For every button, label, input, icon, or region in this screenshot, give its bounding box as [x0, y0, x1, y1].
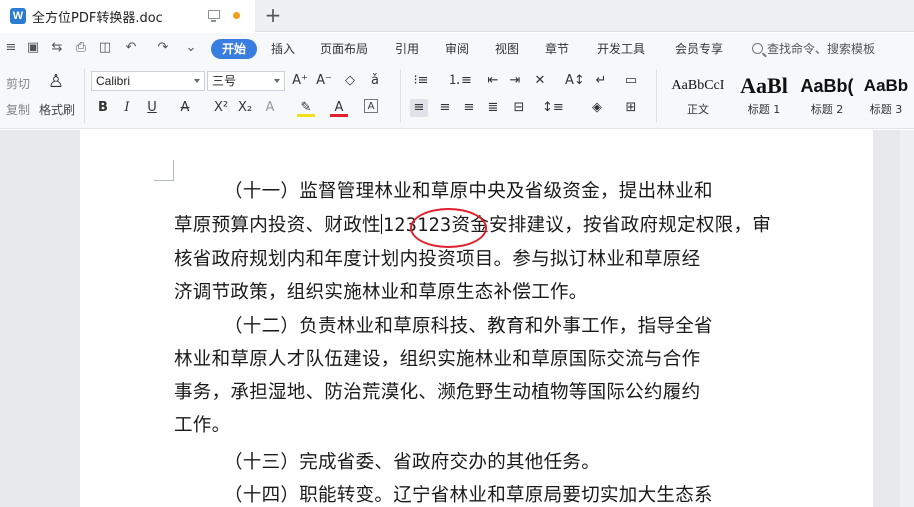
line-spacing-icon[interactable]: ↕≡: [542, 99, 564, 117]
paragraph-line: （十二）负责林业和草原科技、教育和外事工作，指导全省: [224, 316, 713, 337]
numbered-list-icon[interactable]: ⒈≡: [448, 72, 472, 90]
chevron-down-icon: [274, 79, 280, 83]
tab-insert[interactable]: 插入: [271, 40, 295, 58]
group-divider: [656, 69, 657, 123]
distributed-align-icon[interactable]: ⊟: [510, 99, 528, 117]
italic-icon[interactable]: I: [118, 99, 136, 117]
wps-writer-icon: W: [10, 8, 26, 24]
char-border-icon[interactable]: A: [364, 99, 378, 113]
paragraph-line: 工作。: [174, 415, 231, 436]
print-preview-icon[interactable]: ◫: [98, 41, 112, 55]
font-color-icon[interactable]: A: [330, 99, 348, 117]
paragraph-line: （十一）监督管理林业和草原中央及省级资金，提出林业和: [224, 181, 713, 202]
document-title: 全方位PDF转换器.doc: [32, 10, 163, 26]
tab-references[interactable]: 引用: [395, 40, 419, 58]
search-placeholder: 查找命令、搜索模板: [767, 42, 876, 56]
menu-bar: ≡ ▣ ⇆ ⎙ ◫ ↶ ↷ ⌄ 开始 插入 页面布局 引用 审阅 视图 章节 开…: [0, 33, 914, 63]
line-text: 草原预算内投资、财政性: [174, 215, 381, 236]
tab-home[interactable]: 开始: [211, 39, 258, 59]
format-painter-icon[interactable]: ♙: [47, 73, 65, 91]
print-icon[interactable]: ⎙: [74, 41, 88, 55]
shading-icon[interactable]: ◈: [588, 99, 606, 117]
font-size-value: 三号: [212, 74, 237, 88]
tab-chapter[interactable]: 章节: [545, 40, 569, 58]
shrink-font-icon[interactable]: A⁻: [315, 72, 333, 90]
margin-marker: [154, 180, 174, 181]
align-right-icon[interactable]: ≡: [460, 99, 478, 117]
menu-icon[interactable]: ≡: [4, 41, 18, 55]
redo-icon[interactable]: ↷: [156, 41, 170, 55]
paragraph-line: 事务，承担湿地、防治荒漠化、濒危野生动植物等国际公约履约: [174, 382, 701, 403]
highlight-icon[interactable]: ✎: [297, 99, 315, 117]
format-painter-button[interactable]: 格式刷: [39, 101, 75, 118]
style-heading-3[interactable]: AaBb 标题 3: [858, 71, 914, 123]
show-marks-icon[interactable]: ↵: [592, 72, 610, 90]
annotation-circle: [410, 208, 487, 248]
paragraph-line: （十四）职能转变。辽宁省林业和草原局要切实加大生态系: [224, 485, 713, 506]
title-bar: W 全方位PDF转换器.doc +: [0, 0, 914, 32]
increase-indent-icon[interactable]: ⇥: [506, 72, 524, 90]
style-heading-1[interactable]: AaBl 标题 1: [732, 71, 796, 123]
search-icon: [752, 43, 763, 54]
tab-developer[interactable]: 开发工具: [597, 40, 645, 58]
chevron-down-icon[interactable]: ⌄: [184, 41, 198, 55]
undo-icon[interactable]: ↶: [124, 41, 138, 55]
paragraph-line: 济调节政策，组织实施林业和草原生态补偿工作。: [174, 282, 588, 303]
align-left-icon[interactable]: ≡: [410, 99, 428, 117]
text-effect-icon[interactable]: A: [261, 99, 279, 117]
justify-icon[interactable]: ≣: [484, 99, 502, 117]
tab-page-layout[interactable]: 页面布局: [320, 40, 368, 58]
cut-button[interactable]: 剪切: [6, 75, 30, 92]
style-name: 标题 3: [869, 103, 903, 116]
decrease-indent-icon[interactable]: ⇤: [484, 72, 502, 90]
unsaved-indicator: [233, 12, 240, 19]
style-name: 标题 1: [747, 103, 781, 116]
ribbon-toolbar: 剪切 复制 ♙ 格式刷 Calibri 三号 A⁺ A⁻ ◇ ǎ B I U A…: [0, 63, 914, 129]
paragraph-line: 核省政府规划内和年度计划内投资项目。参与拟订林业和草原经: [174, 249, 701, 270]
bold-icon[interactable]: B: [94, 99, 112, 117]
save-icon[interactable]: ▣: [26, 41, 40, 55]
tab-review[interactable]: 审阅: [445, 40, 469, 58]
paragraph-line: （十三）完成省委、省政府交办的其他任务。: [224, 452, 601, 473]
style-normal[interactable]: AaBbCcI 正文: [664, 71, 732, 123]
style-name: 正文: [687, 103, 709, 116]
borders-icon[interactable]: ⊞: [622, 99, 640, 117]
align-center-icon[interactable]: ≡: [436, 99, 454, 117]
grow-font-icon[interactable]: A⁺: [291, 72, 309, 90]
line-text: 资金安排建议，按省政府规定权限，审: [451, 215, 772, 236]
phonetic-guide-icon[interactable]: ǎ: [366, 72, 384, 90]
superscript-icon[interactable]: X²: [212, 99, 230, 117]
new-tab-button[interactable]: +: [262, 4, 284, 26]
group-divider: [84, 69, 85, 123]
strikethrough-icon[interactable]: A: [176, 99, 194, 117]
underline-icon[interactable]: U: [143, 99, 161, 117]
clear-format-icon[interactable]: ◇: [341, 72, 359, 90]
tab-view[interactable]: 视图: [495, 40, 519, 58]
export-icon[interactable]: ⇆: [50, 41, 64, 55]
font-name-select[interactable]: Calibri: [91, 71, 205, 91]
vertical-scrollbar[interactable]: [900, 130, 914, 507]
style-sample: AaBb(: [800, 76, 854, 96]
style-sample: AaBb: [863, 76, 909, 95]
copy-button[interactable]: 复制: [6, 101, 30, 118]
paragraph-line: 林业和草原人才队伍建设，组织实施林业和草原国际交流与合作: [174, 349, 701, 370]
subscript-icon[interactable]: X₂: [236, 99, 254, 117]
monitor-icon[interactable]: [208, 10, 220, 22]
tab-member[interactable]: 会员专享: [675, 40, 723, 58]
style-sample: AaBl: [740, 73, 788, 98]
font-size-select[interactable]: 三号: [207, 71, 285, 91]
document-tab[interactable]: W 全方位PDF转换器.doc: [0, 0, 255, 32]
font-name-value: Calibri: [96, 74, 131, 88]
group-divider: [400, 69, 401, 123]
sort-icon[interactable]: A↕: [565, 72, 585, 90]
chevron-down-icon: [194, 79, 200, 83]
ruler-icon[interactable]: ▭: [622, 72, 640, 90]
style-name: 标题 2: [810, 103, 844, 116]
chinese-layout-icon[interactable]: ✕: [531, 72, 549, 90]
command-search[interactable]: 查找命令、搜索模板: [752, 40, 875, 57]
text-cursor: [380, 214, 382, 234]
style-sample: AaBbCcI: [671, 78, 725, 93]
bullet-list-icon[interactable]: ⁝≡: [412, 72, 430, 90]
style-heading-2[interactable]: AaBb( 标题 2: [796, 71, 858, 123]
